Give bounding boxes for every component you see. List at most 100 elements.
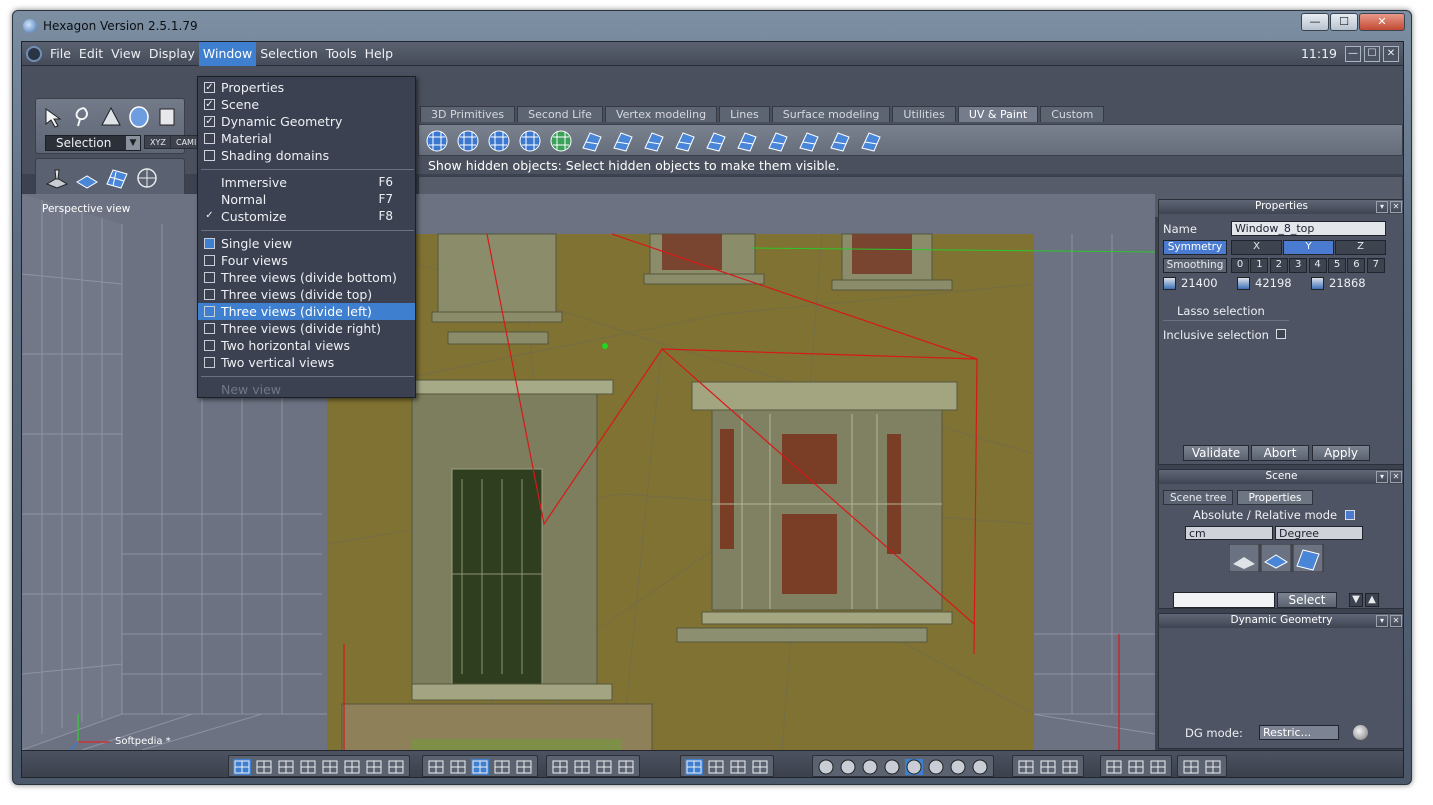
menu-item-two-vertical-views[interactable]: Two vertical views [198,354,415,371]
sphere-wire-icon[interactable] [134,166,160,190]
smoothing-level-0[interactable]: 0 [1231,258,1249,273]
pan-icon[interactable] [573,759,591,775]
menu-help[interactable]: Help [361,42,398,66]
inclusive-selection-checkbox[interactable] [1276,329,1286,339]
tab-uv-paint[interactable]: UV & Paint [957,106,1039,122]
menu-file[interactable]: File [46,42,75,66]
apply-button[interactable]: Apply [1312,445,1370,461]
xyz-chip[interactable]: XYZ [144,135,172,149]
hexagon-logo-icon[interactable] [26,46,42,62]
arrow-select-icon[interactable] [42,105,68,129]
frame-icon[interactable] [551,759,569,775]
menu-item-three-views-divide-top[interactable]: Three views (divide top) [198,286,415,303]
tab-second-life[interactable]: Second Life [517,106,603,122]
paint-brush-icon[interactable] [449,759,467,775]
close-button[interactable]: ✕ [1359,13,1405,31]
weld-uv-icon[interactable] [733,128,761,154]
plane-checker-icon[interactable] [485,128,513,154]
panel-close-icon[interactable]: ✕ [1390,471,1402,483]
head-icon[interactable] [578,128,606,154]
smoothing-level-5[interactable]: 5 [1328,258,1346,273]
smooth-sphere-icon[interactable] [883,759,901,775]
two-horizontal-icon[interactable] [365,759,383,775]
menu-item-scene[interactable]: ✓ Scene [198,96,415,113]
select-button[interactable]: Select [1277,592,1337,608]
maximize-button[interactable]: ☐ [1330,13,1358,31]
cube-checker-icon[interactable] [516,128,544,154]
smoothing-level-4[interactable]: 4 [1308,258,1327,273]
menu-item-dynamic-geometry[interactable]: ✓ Dynamic Geometry [198,113,415,130]
smoothing-level-7[interactable]: 7 [1366,258,1385,273]
sphere-checker-icon[interactable] [423,128,451,154]
white-sphere-icon[interactable] [971,759,989,775]
select-name-input[interactable] [1173,592,1275,608]
tab-custom[interactable]: Custom [1040,106,1105,122]
single-view-icon[interactable] [233,759,251,775]
three-left-icon[interactable] [321,759,339,775]
three-bottom-icon[interactable] [277,759,295,775]
name-field[interactable]: Window_8_top [1231,221,1386,236]
flat-sphere-icon[interactable] [861,759,879,775]
minimize-button[interactable]: — [1301,13,1329,31]
color-sphere-icon[interactable] [949,759,967,775]
two-vertical-icon[interactable] [387,759,405,775]
panel-icon[interactable] [1149,759,1167,775]
smoothing-level-6[interactable]: 6 [1347,258,1366,273]
symmetry-button[interactable]: Symmetry [1163,240,1227,255]
menu-item-four-views[interactable]: Four views [198,252,415,269]
menu-item-three-views-divide-right[interactable]: Three views (divide right) [198,320,415,337]
tab-scene-tree[interactable]: Scene tree [1163,490,1234,505]
star-uv-icon[interactable] [609,128,637,154]
menu-tools[interactable]: Tools [322,42,361,66]
menu-item-material[interactable]: Material [198,130,415,147]
menu-item-normal[interactable]: Normal F7 [198,191,415,208]
validate-button[interactable]: Validate [1183,445,1249,461]
globe-icon[interactable] [547,128,575,154]
smoothing-button[interactable]: Smoothing [1163,258,1227,273]
half-sphere-icon[interactable] [1039,759,1057,775]
title-bar[interactable]: Hexagon Version 2.5.1.79 — ☐ ✕ [13,11,1411,41]
light-bulb-icon[interactable] [1182,759,1200,775]
menu-item-properties[interactable]: ✓ Properties [198,79,415,96]
flag-uv-icon[interactable] [702,128,730,154]
camera-icon[interactable] [1204,759,1222,775]
tab-vertex-modeling[interactable]: Vertex modeling [604,106,718,122]
unit-select[interactable]: cm [1185,526,1273,540]
eye-icon[interactable] [617,759,635,775]
abort-button[interactable]: Abort [1251,445,1309,461]
paint-uv-icon[interactable] [795,128,823,154]
tab-surface-modeling[interactable]: Surface modeling [771,106,891,122]
unfold-uv-icon[interactable] [826,128,854,154]
wire-sphere-icon[interactable] [817,759,835,775]
dg-sphere-icon[interactable] [1353,725,1368,740]
selection-mode-combo[interactable]: Selection ▼ [45,135,141,151]
tab-utilities[interactable]: Utilities [892,106,956,122]
relax-uv-icon[interactable] [764,128,792,154]
panel-close-icon[interactable]: ✕ [1390,615,1402,627]
smoothing-level-1[interactable]: 1 [1250,258,1269,273]
smoothing-level-3[interactable]: 3 [1289,258,1308,273]
menu-item-two-horizontal-views[interactable]: Two horizontal views [198,337,415,354]
three-right-icon[interactable] [343,759,361,775]
menu-item-shading-domains[interactable]: Shading domains [198,147,415,164]
menu-item-immersive[interactable]: Immersive F6 [198,174,415,191]
panel-close-icon[interactable]: ✕ [1390,201,1402,213]
menu-item-customize[interactable]: ✓ Customize F8 [198,208,415,225]
lit-sphere-icon[interactable] [927,759,945,775]
panel-menu-icon[interactable]: ▾ [1376,201,1388,213]
panel-menu-icon[interactable]: ▾ [1376,471,1388,483]
angle-select[interactable]: Degree [1275,526,1363,540]
light-icon[interactable] [1105,759,1123,775]
uv-surface-icon[interactable] [74,166,100,190]
perspective-viewport[interactable]: Perspective view Softpedia * [22,194,1155,750]
rotate-icon[interactable] [707,759,725,775]
tab-properties[interactable]: Properties [1237,490,1313,505]
green-grid-icon[interactable] [515,759,533,775]
axis-icon[interactable] [685,759,703,775]
abs-rel-checkbox[interactable] [1345,510,1355,520]
tab-3d-primitives[interactable]: 3D Primitives [420,106,516,122]
three-top-icon[interactable] [299,759,317,775]
menu-window[interactable]: Window [198,42,257,66]
menu-item-single-view[interactable]: Single view [198,235,415,252]
flower-icon[interactable] [1061,759,1079,775]
